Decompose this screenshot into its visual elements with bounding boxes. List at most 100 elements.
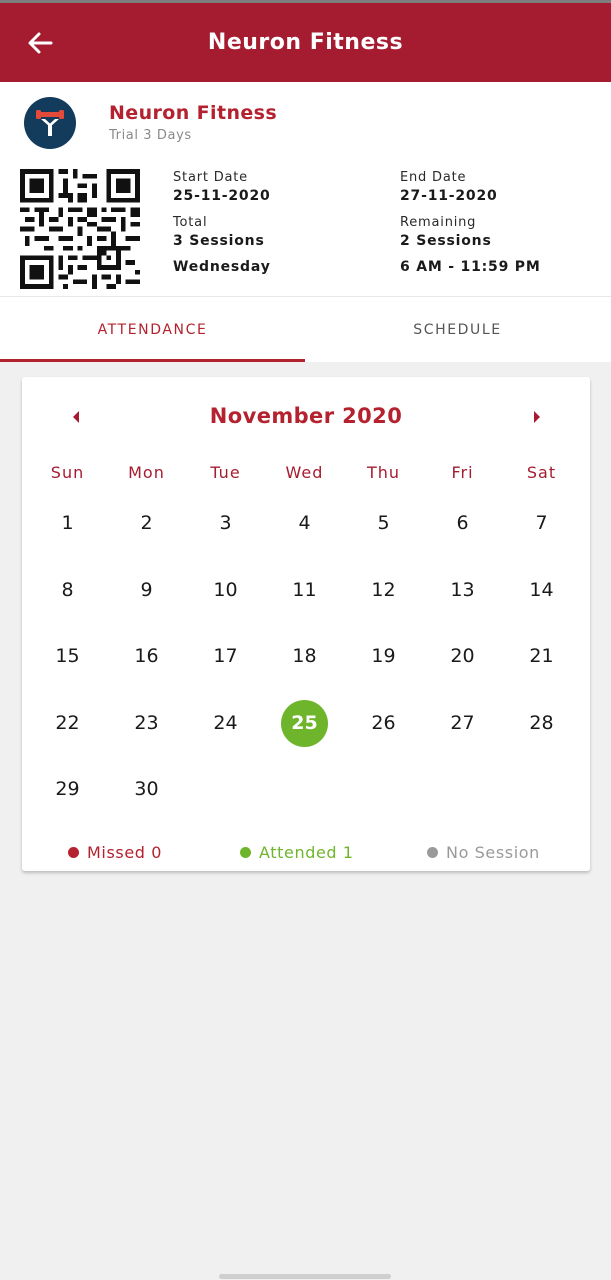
calendar-day-19[interactable]: 19 xyxy=(344,632,423,680)
legend-no-session-label: No Session xyxy=(446,843,540,862)
home-indicator xyxy=(219,1274,391,1279)
qr-code xyxy=(20,169,140,289)
session-day: Wednesday xyxy=(173,259,271,275)
day-number: 2 xyxy=(140,512,153,534)
day-number: 28 xyxy=(529,711,554,734)
gym-logo xyxy=(24,97,76,149)
app-bar: Neuron Fitness xyxy=(0,3,611,82)
calendar-day-13[interactable]: 13 xyxy=(423,566,502,614)
calendar-day-2[interactable]: 2 xyxy=(107,499,186,547)
calendar-day-25[interactable]: 25 xyxy=(265,699,344,747)
day-number: 24 xyxy=(213,711,238,734)
attendance-calendar: November 2020 Missed 0 Attended 1 No Ses… xyxy=(22,377,590,871)
triangle-right-icon xyxy=(534,411,540,423)
calendar-day-7[interactable]: 7 xyxy=(502,499,581,547)
end-date-value: 27-11-2020 xyxy=(400,188,498,204)
weekday-thu: Thu xyxy=(366,463,401,482)
day-number: 12 xyxy=(371,578,396,601)
calendar-day-17[interactable]: 17 xyxy=(186,632,265,680)
tab-attendance[interactable]: ATTENDANCE xyxy=(0,297,305,363)
day-number: 11 xyxy=(292,578,317,601)
legend-attended: Attended 1 xyxy=(240,843,354,862)
month-title: November 2020 xyxy=(209,404,403,428)
calendar-day-5[interactable]: 5 xyxy=(344,499,423,547)
calendar-day-24[interactable]: 24 xyxy=(186,699,265,747)
day-number: 14 xyxy=(529,578,554,601)
day-number: 15 xyxy=(55,645,80,667)
weekday-mon: Mon xyxy=(128,463,165,482)
membership-card: Neuron Fitness Trial 3 Days Start Date 2… xyxy=(0,82,611,296)
legend-missed: Missed 0 xyxy=(68,843,162,862)
weekday-fri: Fri xyxy=(451,463,474,482)
end-date-label: End Date xyxy=(400,170,467,185)
day-number: 21 xyxy=(529,645,554,667)
day-number: 23 xyxy=(134,711,159,734)
arrow-left-icon xyxy=(28,32,53,54)
plan-name: Trial 3 Days xyxy=(109,128,192,143)
next-month-button[interactable] xyxy=(525,405,549,429)
day-number: 5 xyxy=(377,512,390,534)
total-label: Total xyxy=(173,215,208,230)
remaining-label: Remaining xyxy=(400,215,477,230)
calendar-day-11[interactable]: 11 xyxy=(265,566,344,614)
calendar-day-23[interactable]: 23 xyxy=(107,699,186,747)
day-number: 1 xyxy=(61,512,74,534)
tab-schedule[interactable]: SCHEDULE xyxy=(305,297,610,363)
calendar-day-28[interactable]: 28 xyxy=(502,699,581,747)
gym-name: Neuron Fitness xyxy=(109,102,278,124)
active-tab-indicator xyxy=(0,359,305,362)
day-number: 6 xyxy=(456,512,469,534)
calendar-day-1[interactable]: 1 xyxy=(28,499,107,547)
day-number: 19 xyxy=(371,645,396,667)
calendar-day-20[interactable]: 20 xyxy=(423,632,502,680)
calendar-day-12[interactable]: 12 xyxy=(344,566,423,614)
day-number: 29 xyxy=(55,778,80,800)
dumbbell-logo-icon xyxy=(36,110,64,136)
calendar-day-30[interactable]: 30 xyxy=(107,765,186,813)
calendar-day-26[interactable]: 26 xyxy=(344,699,423,747)
day-number: 4 xyxy=(298,512,311,534)
remaining-value: 2 Sessions xyxy=(400,233,492,249)
legend-missed-label: Missed 0 xyxy=(87,843,162,862)
calendar-day-14[interactable]: 14 xyxy=(502,566,581,614)
weekday-sat: Sat xyxy=(526,463,557,482)
day-number: 20 xyxy=(450,645,475,667)
tab-bar: ATTENDANCE SCHEDULE xyxy=(0,296,611,362)
calendar-day-6[interactable]: 6 xyxy=(423,499,502,547)
calendar-day-16[interactable]: 16 xyxy=(107,632,186,680)
calendar-day-15[interactable]: 15 xyxy=(28,632,107,680)
calendar-day-29[interactable]: 29 xyxy=(28,765,107,813)
day-number: 27 xyxy=(450,711,475,734)
session-time: 6 AM - 11:59 PM xyxy=(400,259,541,275)
calendar-day-27[interactable]: 27 xyxy=(423,699,502,747)
calendar-day-4[interactable]: 4 xyxy=(265,499,344,547)
calendar-day-18[interactable]: 18 xyxy=(265,632,344,680)
attended-dot-icon xyxy=(240,847,251,858)
calendar-day-8[interactable]: 8 xyxy=(28,566,107,614)
back-button[interactable] xyxy=(18,21,62,65)
weekday-tue: Tue xyxy=(210,463,241,482)
calendar-day-22[interactable]: 22 xyxy=(28,699,107,747)
total-value: 3 Sessions xyxy=(173,233,265,249)
day-number: 30 xyxy=(134,778,159,800)
day-number: 18 xyxy=(292,645,317,667)
day-number: 7 xyxy=(535,512,548,534)
day-number: 3 xyxy=(219,512,232,534)
day-number: 17 xyxy=(213,645,238,667)
calendar-day-3[interactable]: 3 xyxy=(186,499,265,547)
calendar-day-21[interactable]: 21 xyxy=(502,632,581,680)
weekday-sun: Sun xyxy=(50,463,85,482)
missed-dot-icon xyxy=(68,847,79,858)
day-number: 16 xyxy=(134,645,159,667)
day-number: 13 xyxy=(450,578,475,601)
calendar-day-10[interactable]: 10 xyxy=(186,566,265,614)
day-number: 22 xyxy=(55,711,80,734)
page-title: Neuron Fitness xyxy=(207,30,404,55)
legend-attended-label: Attended 1 xyxy=(259,843,354,862)
day-number: 8 xyxy=(61,578,74,601)
no-session-dot-icon xyxy=(427,847,438,858)
start-date-label: Start Date xyxy=(173,170,248,185)
calendar-day-9[interactable]: 9 xyxy=(107,566,186,614)
day-number: 25 xyxy=(291,711,318,734)
legend-no-session: No Session xyxy=(427,843,540,862)
